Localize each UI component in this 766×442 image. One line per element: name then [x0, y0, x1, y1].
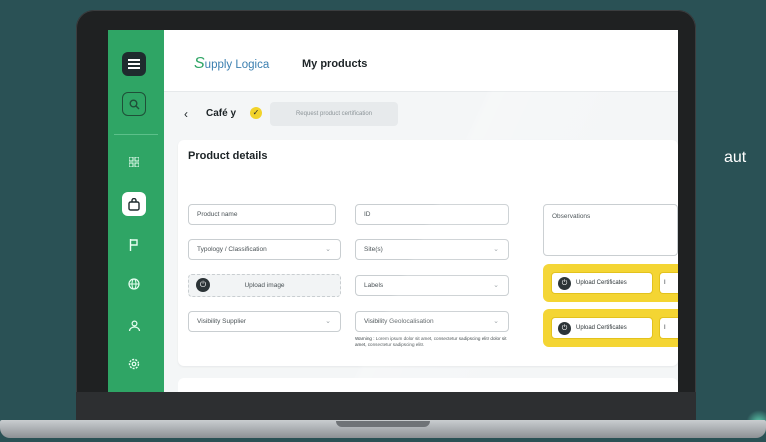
menu-button[interactable] [122, 52, 146, 76]
upload-certificates-button[interactable]: ⏻ Upload Certificates [551, 317, 653, 339]
upload-certificates-button[interactable]: ⏻ Upload Certificates [551, 272, 653, 294]
grid-icon [129, 157, 139, 167]
gear-icon [128, 358, 140, 370]
product-name-crumb: Café y [206, 108, 237, 119]
chevron-down-icon: ⌄ [493, 246, 499, 253]
search-button[interactable] [122, 92, 146, 116]
app-screen: Supply Logica My products ‹ Café y ✓ Req… [108, 30, 678, 392]
check-badge-icon: ✓ [250, 107, 262, 119]
users-icon [128, 320, 140, 332]
breadcrumb: ‹ Café y ✓ Request product certification [172, 100, 672, 130]
sidebar-item-dashboard[interactable] [126, 154, 142, 170]
card-title: Product details [188, 150, 268, 162]
product-details-card: Product details Product name ID Typology… [178, 140, 678, 366]
chevron-left-icon: ‹ [184, 107, 188, 121]
sidebar [108, 30, 164, 392]
laptop-bezel [76, 392, 696, 422]
back-button[interactable]: ‹ [184, 107, 188, 121]
upload-icon: ⏻ [558, 277, 571, 290]
sidebar-item-settings[interactable] [126, 356, 142, 372]
sidebar-item-users[interactable] [126, 318, 142, 334]
id-field[interactable]: ID [355, 204, 509, 225]
secondary-card [178, 378, 678, 392]
search-icon [129, 99, 139, 109]
labels-select[interactable]: Labels ⌄ [355, 275, 509, 296]
typology-select[interactable]: Typology / Classification ⌄ [188, 239, 341, 260]
certificate-panel-1: ⏻ Upload Certificates I [543, 264, 678, 302]
upload-icon: ⏻ [196, 278, 210, 292]
menu-icon [128, 59, 140, 69]
upload-image-button[interactable]: ⏻ Upload image [188, 274, 341, 297]
request-certification-button[interactable]: Request product certification [270, 102, 398, 126]
flag-icon [129, 239, 138, 251]
chevron-down-icon: ⌄ [493, 282, 499, 289]
secondary-cert-button[interactable]: I [659, 272, 678, 294]
sidebar-item-products[interactable] [122, 192, 146, 216]
chevron-down-icon: ⌄ [493, 318, 499, 325]
top-bar: Supply Logica My products [164, 30, 678, 92]
sidebar-item-flag[interactable] [126, 237, 142, 253]
certificate-panel-2: ⏻ Upload Certificates I [543, 309, 678, 347]
sidebar-item-globe[interactable] [126, 276, 142, 292]
site-select[interactable]: Site(s) ⌄ [355, 239, 509, 260]
globe-icon [128, 278, 140, 290]
page-title: My products [302, 58, 368, 70]
brand-logo[interactable]: Supply Logica [194, 55, 269, 73]
visibility-geolocalisation-select[interactable]: Visibility Geolocalisation ⌄ [355, 311, 509, 332]
visibility-supplier-select[interactable]: Visibility Supplier ⌄ [188, 311, 341, 332]
upload-icon: ⏻ [558, 322, 571, 335]
chevron-down-icon: ⌄ [325, 318, 331, 325]
chevron-down-icon: ⌄ [325, 246, 331, 253]
observations-textarea[interactable]: Observations [543, 204, 678, 256]
bag-icon [128, 197, 140, 211]
warning-text: Warning : Lorem ipsum dolor sit amet, co… [355, 336, 507, 347]
secondary-cert-button[interactable]: I [659, 317, 678, 339]
product-name-field[interactable]: Product name [188, 204, 336, 225]
side-caption: aut [724, 149, 747, 166]
sidebar-divider [114, 134, 158, 135]
laptop-notch [336, 421, 430, 427]
